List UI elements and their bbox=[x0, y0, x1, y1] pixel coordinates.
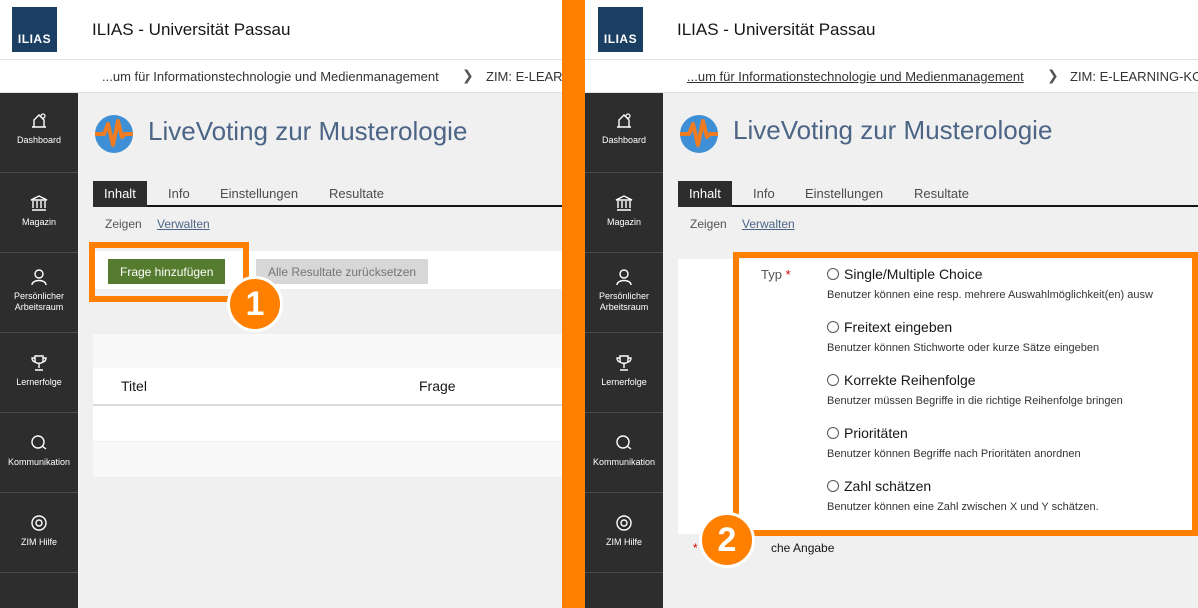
trophy-icon bbox=[616, 355, 632, 371]
sidebar-item-dashboard[interactable]: Dashboard bbox=[585, 93, 663, 173]
breadcrumb-item-parent[interactable]: ...um für Informationstechnologie und Me… bbox=[102, 69, 439, 84]
required-field-note: * che Angabe bbox=[693, 541, 835, 555]
sidebar-label: Dashboard bbox=[16, 135, 62, 145]
tab-info[interactable]: Info bbox=[742, 181, 786, 207]
chat-icon bbox=[31, 435, 47, 450]
main-content: LiveVoting zur Musterologie Inhalt Info … bbox=[78, 93, 562, 608]
breadcrumb: ...um für Informationstechnologie und Me… bbox=[585, 60, 1198, 93]
trophy-icon bbox=[31, 355, 47, 371]
sidebar-item-personal-workspace[interactable]: Persönlicher Arbeitsraum bbox=[585, 253, 663, 333]
tab-inhalt[interactable]: Inhalt bbox=[93, 181, 147, 207]
app-title: ILIAS - Universität Passau bbox=[677, 20, 876, 39]
required-note-text: che Angabe bbox=[771, 541, 835, 555]
bank-icon bbox=[30, 195, 48, 211]
subtab-zeigen[interactable]: Zeigen bbox=[105, 217, 142, 231]
chat-icon bbox=[616, 435, 632, 450]
tab-bar: Inhalt Info Einstellungen Resultate bbox=[678, 181, 1198, 207]
tab-einstellungen[interactable]: Einstellungen bbox=[209, 181, 309, 207]
tab-einstellungen[interactable]: Einstellungen bbox=[794, 181, 894, 207]
header-bar: ILIAS ILIAS - Universität Passau bbox=[585, 0, 1198, 60]
lifebuoy-icon bbox=[31, 515, 47, 531]
reset-results-button[interactable]: Alle Resultate zurücksetzen bbox=[256, 259, 429, 284]
tab-bar: Inhalt Info Einstellungen Resultate bbox=[93, 181, 562, 207]
sidebar-item-personal-workspace[interactable]: Persönlicher Arbeitsraum bbox=[0, 253, 78, 333]
left-screenshot-panel: ILIAS ILIAS - Universität Passau ...um f… bbox=[0, 0, 562, 608]
sidebar-item-lernerfolge[interactable]: Lernerfolge bbox=[0, 333, 78, 413]
highlight-box-2 bbox=[733, 252, 1198, 536]
ilias-logo[interactable]: ILIAS bbox=[598, 7, 643, 52]
tab-info[interactable]: Info bbox=[157, 181, 201, 207]
dashboard-icon bbox=[617, 113, 631, 128]
subtab-verwalten[interactable]: Verwalten bbox=[157, 217, 210, 231]
questions-table: Titel Frage bbox=[93, 334, 562, 478]
tab-resultate[interactable]: Resultate bbox=[903, 181, 980, 207]
chevron-right-icon: ❯ bbox=[462, 67, 474, 83]
table-row bbox=[93, 406, 562, 442]
subtab-zeigen[interactable]: Zeigen bbox=[690, 217, 727, 231]
column-header-frage[interactable]: Frage bbox=[419, 378, 456, 394]
breadcrumb: ...um für Informationstechnologie und Me… bbox=[0, 60, 562, 93]
panel-divider bbox=[562, 0, 585, 608]
main-sidebar: Dashboard Magazin Persönlicher Arbeitsra… bbox=[585, 93, 663, 608]
page-title: LiveVoting zur Musterologie bbox=[148, 116, 468, 146]
sidebar-item-magazin[interactable]: Magazin bbox=[585, 173, 663, 253]
subtab-verwalten[interactable]: Verwalten bbox=[742, 217, 795, 231]
required-note-asterisk: * bbox=[693, 541, 698, 555]
right-screenshot-panel: ILIAS ILIAS - Universität Passau ...um f… bbox=[585, 0, 1198, 608]
breadcrumb-item-current[interactable]: ZIM: E-LEARN bbox=[486, 69, 562, 84]
sidebar-label: Kommunikation bbox=[592, 457, 656, 467]
ilias-logo[interactable]: ILIAS bbox=[12, 7, 57, 52]
step-badge-2: 2 bbox=[699, 512, 755, 568]
table-toolbar bbox=[93, 334, 562, 368]
sidebar-label: Dashboard bbox=[601, 135, 647, 145]
highlight-box-1 bbox=[89, 242, 249, 302]
sidebar-label: Kommunikation bbox=[7, 457, 71, 467]
tab-resultate[interactable]: Resultate bbox=[318, 181, 395, 207]
sidebar-item-dashboard[interactable]: Dashboard bbox=[0, 93, 78, 173]
sidebar-label: Lernerfolge bbox=[601, 377, 647, 387]
sidebar-item-zim-help[interactable]: ZIM Hilfe bbox=[0, 493, 78, 573]
breadcrumb-item-parent[interactable]: ...um für Informationstechnologie und Me… bbox=[687, 69, 1024, 84]
header-bar: ILIAS ILIAS - Universität Passau bbox=[0, 0, 562, 60]
user-icon bbox=[31, 269, 47, 286]
sidebar-label: ZIM Hilfe bbox=[606, 537, 642, 547]
table-header: Titel Frage bbox=[93, 368, 562, 406]
chevron-right-icon: ❯ bbox=[1047, 67, 1059, 83]
column-header-titel[interactable]: Titel bbox=[121, 378, 147, 394]
page-title: LiveVoting zur Musterologie bbox=[733, 115, 1053, 145]
tab-inhalt[interactable]: Inhalt bbox=[678, 181, 732, 207]
dashboard-icon bbox=[32, 113, 46, 128]
sidebar-label: Magazin bbox=[606, 217, 642, 227]
breadcrumb-item-current[interactable]: ZIM: E-LEARNING-KOM bbox=[1070, 69, 1198, 84]
step-badge-1: 1 bbox=[227, 276, 283, 332]
lifebuoy-icon bbox=[616, 515, 632, 531]
sidebar-item-kommunikation[interactable]: Kommunikation bbox=[0, 413, 78, 493]
main-sidebar: Dashboard Magazin Persönlicher Arbeitsra… bbox=[0, 93, 78, 608]
bank-icon bbox=[615, 195, 633, 211]
sidebar-label: Persönlicher Arbeitsraum bbox=[598, 291, 650, 312]
user-icon bbox=[616, 269, 632, 286]
sidebar-item-magazin[interactable]: Magazin bbox=[0, 173, 78, 253]
app-title: ILIAS - Universität Passau bbox=[92, 20, 291, 39]
sidebar-label: Persönlicher Arbeitsraum bbox=[13, 291, 65, 312]
sidebar-item-kommunikation[interactable]: Kommunikation bbox=[585, 413, 663, 493]
livevoting-icon bbox=[680, 115, 718, 153]
sidebar-label: ZIM Hilfe bbox=[21, 537, 57, 547]
sidebar-label: Magazin bbox=[21, 217, 57, 227]
sidebar-item-zim-help[interactable]: ZIM Hilfe bbox=[585, 493, 663, 573]
sidebar-label: Lernerfolge bbox=[16, 377, 62, 387]
sidebar-item-lernerfolge[interactable]: Lernerfolge bbox=[585, 333, 663, 413]
livevoting-icon bbox=[95, 115, 133, 153]
table-row bbox=[93, 442, 562, 478]
